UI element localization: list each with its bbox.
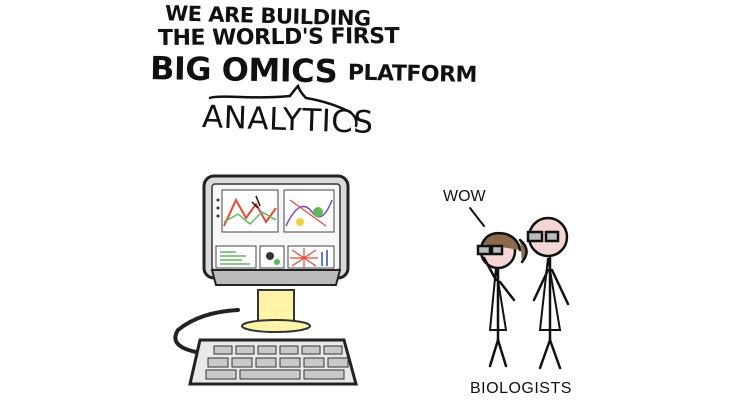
analytics-label: ANALYTICS — [201, 99, 375, 141]
computer-monitor-icon — [202, 174, 350, 333]
biologist-figure-2 — [526, 216, 570, 370]
speech-wow: WOW — [443, 188, 486, 205]
caption-biologists: BIOLOGISTS — [470, 380, 572, 397]
biologist-figure-1 — [476, 231, 528, 368]
drawing-layer — [173, 83, 570, 386]
speech-tick — [469, 207, 485, 227]
comic-illustration: WE ARE BUILDING THE WORLD'S FIRST BIG OM… — [0, 0, 747, 413]
